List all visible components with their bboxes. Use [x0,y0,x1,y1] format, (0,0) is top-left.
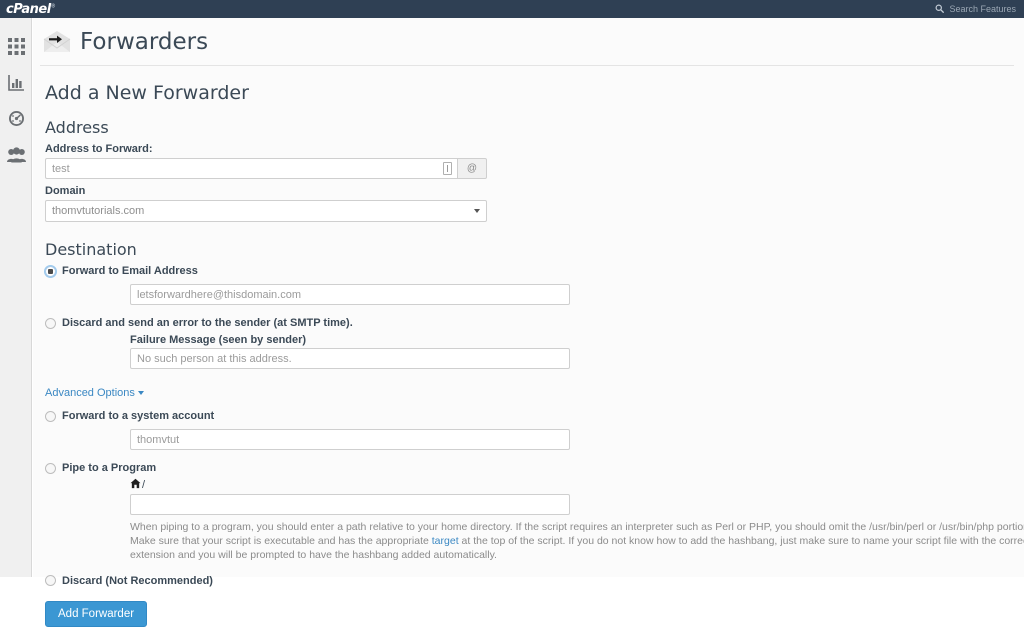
radio-pipe-to-program-row[interactable]: Pipe to a Program [45,462,1024,474]
address-section-heading: Address [45,118,1024,137]
text-cursor-icon [443,162,452,175]
radio-discard-with-error-label: Discard and send an error to the sender … [62,317,353,329]
hashbang-target-link[interactable]: target [432,535,459,547]
add-forwarder-button[interactable]: Add Forwarder [45,601,147,627]
advanced-options-label: Advanced Options [45,387,135,399]
topbar-search[interactable]: Search Features [935,4,1024,15]
page-title: Forwarders [80,29,208,55]
main-content: Forwarders Add a New Forwarder Address A… [33,18,1024,577]
system-account-input[interactable] [130,429,570,450]
pipe-path-separator: / [142,479,145,491]
domain-label: Domain [45,185,1024,197]
sidebar-item-statistics[interactable] [0,64,32,100]
sidebar-icon-rail [0,18,32,577]
search-icon [935,4,944,15]
address-input-group: @ [45,158,487,179]
radio-discard-with-error[interactable] [45,318,56,329]
pipe-program-help-text: When piping to a program, you should ent… [130,520,1024,563]
domain-select[interactable]: thomvtutorials.com [45,200,487,222]
radio-discard-row[interactable]: Discard (Not Recommended) [45,575,1024,587]
radio-discard-not-recommended-label: Discard (Not Recommended) [62,575,213,587]
radio-discard-error-row[interactable]: Discard and send an error to the sender … [45,317,1024,329]
home-icon [130,478,142,492]
radio-pipe-to-program-label: Pipe to a Program [62,462,156,474]
address-to-forward-label: Address to Forward: [45,143,1024,155]
pipe-path-prefix: / [130,478,1024,492]
domain-select-wrapper: thomvtutorials.com [45,200,487,222]
sidebar-item-dashboard[interactable] [0,100,32,136]
at-symbol-addon: @ [457,158,487,179]
forwarder-form: Add a New Forwarder Address Address to F… [40,66,1024,627]
dashboard-gauge-icon [8,110,25,127]
failure-message-label: Failure Message (seen by sender) [130,334,1024,346]
pipe-program-input[interactable] [130,494,570,515]
apps-grid-icon [8,38,25,55]
destination-section-heading: Destination [45,240,1024,259]
cpanel-logo-trademark: ® [51,3,56,9]
radio-forward-to-system-account-label: Forward to a system account [62,410,214,422]
form-heading: Add a New Forwarder [45,82,1024,104]
search-placeholder-label: Search Features [949,4,1016,14]
cpanel-logo-text: cPanel [6,2,51,17]
statistics-bar-chart-icon [8,74,25,91]
radio-forward-to-email[interactable] [45,266,56,277]
user-manager-people-icon [7,146,26,163]
advanced-options-toggle[interactable]: Advanced Options [45,387,144,399]
top-bar: cPanel® Search Features [0,0,1024,18]
chevron-down-icon [138,391,144,395]
radio-forward-to-email-label: Forward to Email Address [62,265,198,277]
forwarder-envelope-arrow-icon [42,30,72,54]
radio-pipe-to-program[interactable] [45,463,56,474]
radio-forward-to-email-row[interactable]: Forward to Email Address [45,265,1024,277]
page-header: Forwarders [40,18,1014,66]
sidebar-item-user-manager[interactable] [0,136,32,172]
radio-forward-to-system-account[interactable] [45,411,56,422]
sidebar-item-apps[interactable] [0,28,32,64]
failure-message-input[interactable] [130,348,570,369]
address-to-forward-input[interactable] [45,158,457,179]
forward-email-input[interactable] [130,284,570,305]
cpanel-logo[interactable]: cPanel® [6,3,55,16]
radio-system-account-row[interactable]: Forward to a system account [45,410,1024,422]
